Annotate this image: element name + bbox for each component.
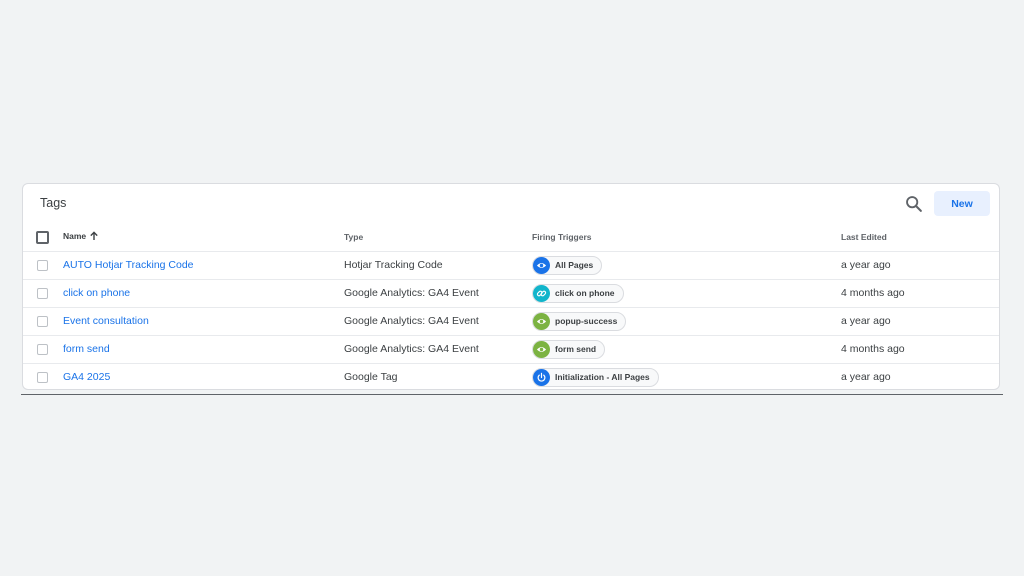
tag-type: Hotjar Tracking Code: [344, 251, 532, 280]
tag-name-cell: AUTO Hotjar Tracking Code: [63, 251, 344, 280]
bottom-divider: [21, 394, 1003, 395]
table-row[interactable]: GA4 2025 Google Tag Initialization - All…: [23, 363, 999, 391]
tag-name-cell: Event consultation: [63, 307, 344, 336]
card-header: Tags New: [23, 184, 999, 224]
last-edited: a year ago: [841, 307, 999, 336]
trigger-label: form send: [555, 344, 597, 354]
search-icon[interactable]: [903, 193, 925, 215]
tag-name-cell: form send: [63, 335, 344, 364]
power-icon: [533, 368, 550, 386]
column-header-type[interactable]: Type: [344, 224, 532, 252]
arrow-up-icon[interactable]: [89, 231, 99, 243]
column-name-label: Name: [63, 231, 87, 242]
select-all-checkbox[interactable]: [36, 230, 49, 244]
tag-name-link[interactable]: click on phone: [63, 287, 130, 299]
trigger-cell: click on phone: [532, 279, 841, 308]
trigger-cell: form send: [532, 335, 841, 364]
last-edited: a year ago: [841, 371, 891, 384]
column-header-triggers[interactable]: Firing Triggers: [532, 224, 841, 252]
table-row[interactable]: AUTO Hotjar Tracking Code Hotjar Trackin…: [23, 251, 999, 280]
trigger-cell: All Pages: [532, 251, 841, 280]
trigger-chip[interactable]: click on phone: [532, 283, 624, 303]
trigger-cell: popup-success: [532, 307, 841, 336]
table-row[interactable]: click on phone Google Analytics: GA4 Eve…: [23, 279, 999, 308]
row-checkbox-cell: [23, 251, 63, 280]
tag-type: Google Analytics: GA4 Event: [344, 307, 532, 336]
tags-table: Name Type Firing Triggers Last Edited AU…: [23, 224, 999, 391]
row-checkbox[interactable]: [37, 371, 48, 383]
tags-card: Tags New Name Type Firing Triggers Last …: [22, 183, 1000, 390]
last-edited: 4 months ago: [841, 279, 999, 308]
row-checkbox[interactable]: [37, 259, 48, 271]
row-checkbox[interactable]: [37, 315, 48, 327]
row-checkbox[interactable]: [37, 343, 48, 355]
trigger-label: Initialization - All Pages: [555, 372, 650, 383]
row-checkbox[interactable]: [37, 287, 48, 299]
trigger-chip[interactable]: Initialization - All Pages: [532, 367, 659, 387]
trigger-label: popup-success: [555, 316, 618, 326]
eye-icon: [533, 340, 550, 358]
trigger-label: All Pages: [555, 260, 594, 270]
tag-type: Google Analytics: GA4 Event: [344, 335, 532, 364]
tag-name-link[interactable]: Event consultation: [63, 315, 149, 327]
trigger-chip[interactable]: form send: [532, 339, 606, 359]
trigger-label: click on phone: [555, 288, 615, 298]
eye-icon: [533, 312, 550, 330]
link-icon: [533, 284, 550, 302]
new-tag-button[interactable]: New: [934, 191, 990, 216]
eye-icon: [533, 256, 550, 274]
tag-name-link[interactable]: GA4 2025: [63, 371, 110, 383]
table-row[interactable]: form send Google Analytics: GA4 Event fo…: [23, 335, 999, 364]
last-edited: 4 months ago: [841, 335, 999, 364]
column-header-last-edited[interactable]: Last Edited: [841, 224, 999, 252]
header-checkbox-cell: [23, 224, 63, 252]
row-checkbox-cell: [23, 279, 63, 308]
row-checkbox-cell: [23, 307, 63, 336]
tag-type: Google Tag: [344, 371, 398, 384]
last-edited: a year ago: [841, 251, 999, 280]
trigger-chip[interactable]: popup-success: [532, 311, 627, 331]
tag-name-cell: click on phone: [63, 279, 344, 308]
table-header-row: Name Type Firing Triggers Last Edited: [23, 224, 999, 252]
tag-name-link[interactable]: form send: [63, 343, 110, 355]
row-checkbox-cell: [23, 335, 63, 364]
trigger-cell: Initialization - All Pages: [532, 363, 841, 391]
row-checkbox-cell: [23, 363, 63, 391]
trigger-chip[interactable]: All Pages: [532, 255, 603, 275]
card-title: Tags: [40, 196, 67, 210]
tag-name-link[interactable]: AUTO Hotjar Tracking Code: [63, 259, 194, 271]
table-row[interactable]: Event consultation Google Analytics: GA4…: [23, 307, 999, 336]
tag-name-cell: GA4 2025: [63, 363, 344, 391]
tag-type: Google Analytics: GA4 Event: [344, 279, 532, 308]
column-header-name[interactable]: Name: [63, 224, 344, 252]
